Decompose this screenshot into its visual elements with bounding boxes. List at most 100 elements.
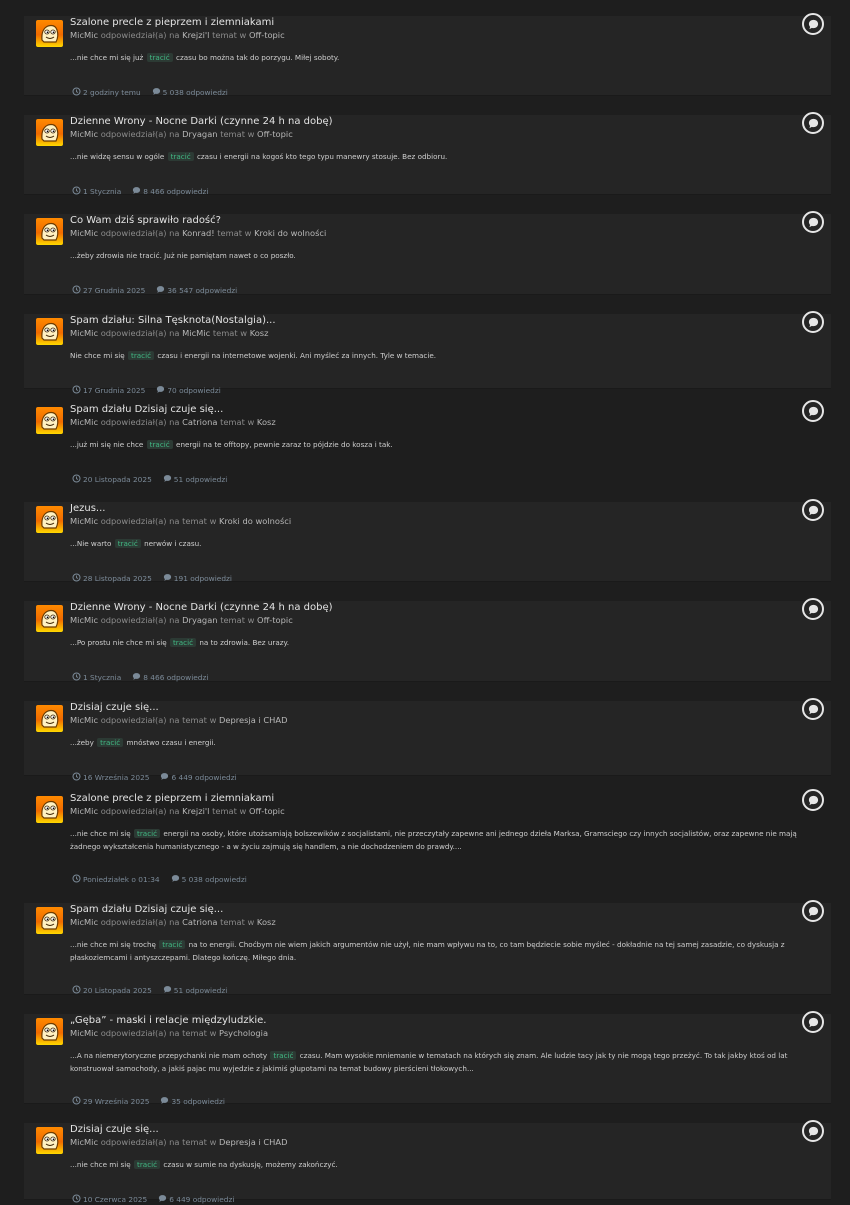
topic-word: temat	[182, 715, 207, 725]
result-title[interactable]: Dzisiaj czuje się...	[70, 1123, 159, 1136]
author-link[interactable]: MicMic	[70, 129, 98, 139]
clock-icon	[72, 672, 81, 681]
author-link[interactable]: MicMic	[70, 1137, 98, 1147]
reply-button[interactable]	[802, 499, 824, 521]
avatar[interactable]	[36, 1018, 63, 1045]
forum-link[interactable]: Off-topic	[257, 129, 293, 139]
reply-button[interactable]	[802, 13, 824, 35]
reply-button[interactable]	[802, 698, 824, 720]
topic-author-link[interactable]: Dryagan	[182, 615, 217, 625]
post-date[interactable]: 1 Stycznia	[72, 672, 121, 683]
forum-link[interactable]: Kosz	[257, 417, 276, 427]
topic-author-link[interactable]: Konrad!	[182, 228, 214, 238]
clock-icon	[72, 474, 81, 483]
reply-count: 6 449 odpowiedzi	[160, 772, 237, 783]
result-title[interactable]: Spam działu Dzisiaj czuje się...	[70, 903, 223, 916]
forum-link[interactable]: Kosz	[257, 917, 276, 927]
author-link[interactable]: MicMic	[70, 417, 98, 427]
reply-button[interactable]	[802, 400, 824, 422]
forum-link[interactable]: Depresja i CHAD	[219, 715, 287, 725]
reply-button[interactable]	[802, 900, 824, 922]
avatar[interactable]	[36, 705, 63, 732]
reply-button[interactable]	[802, 311, 824, 333]
reply-bubble-icon	[808, 1126, 818, 1136]
topic-author-link[interactable]: MicMic	[182, 328, 210, 338]
post-date[interactable]: 29 Września 2025	[72, 1096, 149, 1107]
post-date[interactable]: 2 godziny temu	[72, 87, 141, 98]
forum-link[interactable]: Off-topic	[257, 615, 293, 625]
post-date[interactable]: 28 Listopada 2025	[72, 573, 152, 584]
result-meta: MicMic odpowiedział(a) na Konrad! temat …	[70, 227, 326, 239]
search-highlight: tracić	[134, 829, 161, 838]
avatar[interactable]	[36, 20, 63, 47]
post-date[interactable]: 27 Grudnia 2025	[72, 285, 145, 296]
snippet-text-after: nerwów i czasu.	[144, 539, 202, 548]
result-title[interactable]: Jezus...	[70, 502, 105, 515]
result-stats: 16 Września 2025 6 449 odpowiedzi	[72, 772, 248, 783]
avatar[interactable]	[36, 605, 63, 632]
author-link[interactable]: MicMic	[70, 806, 98, 816]
post-date[interactable]: Poniedziałek o 01:34	[72, 874, 160, 885]
forum-link[interactable]: Off-topic	[249, 806, 285, 816]
result-title[interactable]: Dzisiaj czuje się...	[70, 701, 159, 714]
result-title[interactable]: Szalone precle z pieprzem i ziemniakami	[70, 792, 274, 805]
topic-author-link[interactable]: Catriona	[182, 417, 217, 427]
result-title[interactable]: Spam działu: Silna Tęsknota(Nostalgia)..…	[70, 314, 276, 327]
reply-count: 70 odpowiedzi	[156, 385, 221, 396]
avatar[interactable]	[36, 119, 63, 146]
reply-count: 8 466 odpowiedzi	[132, 672, 208, 683]
reply-count: 5 038 odpowiedzi	[171, 874, 247, 885]
forum-link[interactable]: Depresja i CHAD	[219, 1137, 287, 1147]
author-link[interactable]: MicMic	[70, 516, 98, 526]
result-snippet: ...żeby tracić mnóstwo czasu i energii.	[70, 737, 817, 750]
avatar[interactable]	[36, 407, 63, 434]
result-title[interactable]: „Gęba” - maski i relacje międzyludzkie.	[70, 1014, 267, 1027]
author-link[interactable]: MicMic	[70, 328, 98, 338]
post-date[interactable]: 20 Listopada 2025	[72, 474, 152, 485]
forum-link[interactable]: Off-topic	[249, 30, 285, 40]
forum-link[interactable]: Kosz	[250, 328, 269, 338]
reply-button[interactable]	[802, 112, 824, 134]
in-word: w	[247, 615, 255, 625]
avatar[interactable]	[36, 318, 63, 345]
author-link[interactable]: MicMic	[70, 30, 98, 40]
avatar[interactable]	[36, 796, 63, 823]
search-highlight: tracić	[97, 738, 124, 747]
post-date[interactable]: 17 Grudnia 2025	[72, 385, 145, 396]
avatar[interactable]	[36, 1127, 63, 1154]
result-snippet: ...żeby zdrowia nie tracić. Już nie pami…	[70, 250, 817, 263]
author-link[interactable]: MicMic	[70, 917, 98, 927]
reply-button[interactable]	[802, 598, 824, 620]
avatar[interactable]	[36, 218, 63, 245]
reply-button[interactable]	[802, 1011, 824, 1033]
result-meta: MicMic odpowiedział(a) na temat w Depres…	[70, 1136, 287, 1148]
result-title[interactable]: Dzienne Wrony - Nocne Darki (czynne 24 h…	[70, 115, 333, 128]
reply-button[interactable]	[802, 211, 824, 233]
topic-word: temat	[182, 516, 207, 526]
result-title[interactable]: Spam działu Dzisiaj czuje się...	[70, 403, 223, 416]
post-date[interactable]: 20 Listopada 2025	[72, 985, 152, 996]
reply-button[interactable]	[802, 1120, 824, 1142]
result-title[interactable]: Co Wam dziś sprawiło radość?	[70, 214, 221, 227]
author-link[interactable]: MicMic	[70, 615, 98, 625]
avatar[interactable]	[36, 907, 63, 934]
author-link[interactable]: MicMic	[70, 715, 98, 725]
author-link[interactable]: MicMic	[70, 228, 98, 238]
reply-button[interactable]	[802, 789, 824, 811]
post-date[interactable]: 16 Września 2025	[72, 772, 149, 783]
result-title[interactable]: Dzienne Wrony - Nocne Darki (czynne 24 h…	[70, 601, 333, 614]
avatar[interactable]	[36, 506, 63, 533]
action-text: odpowiedział(a) na	[100, 516, 180, 526]
action-text: odpowiedział(a) na	[100, 615, 180, 625]
author-link[interactable]: MicMic	[70, 1028, 98, 1038]
forum-link[interactable]: Kroki do wolności	[254, 228, 326, 238]
forum-link[interactable]: Kroki do wolności	[219, 516, 291, 526]
post-date[interactable]: 1 Stycznia	[72, 186, 121, 197]
forum-link[interactable]: Psychologia	[219, 1028, 268, 1038]
topic-author-link[interactable]: Catriona	[182, 917, 217, 927]
result-title[interactable]: Szalone precle z pieprzem i ziemniakami	[70, 16, 274, 29]
topic-author-link[interactable]: Krejzi'l	[182, 806, 209, 816]
topic-author-link[interactable]: Krejzi'l	[182, 30, 209, 40]
topic-author-link[interactable]: Dryagan	[182, 129, 217, 139]
in-word: w	[244, 228, 252, 238]
